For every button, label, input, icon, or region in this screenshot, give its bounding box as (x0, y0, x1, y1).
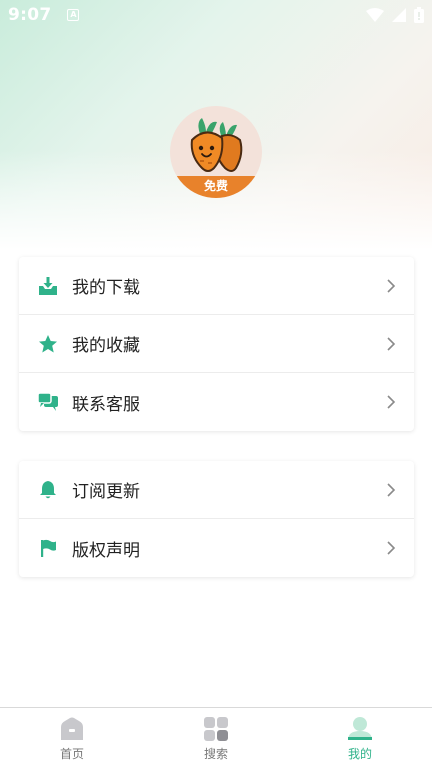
chat-icon (37, 391, 59, 413)
tab-home[interactable]: 首页 (0, 708, 144, 768)
wifi-icon (366, 8, 384, 22)
grid-icon (204, 717, 228, 741)
menu-item-copyright[interactable]: 版权声明 (19, 519, 414, 577)
menu-label-support: 联系客服 (72, 394, 140, 415)
chevron-right-icon (387, 336, 396, 351)
menu-card-primary: 我的下载 我的收藏 联系客服 (19, 257, 414, 431)
tab-label-home: 首页 (59, 747, 84, 761)
menu-label-favorites: 我的收藏 (72, 336, 140, 356)
menu-card-secondary: 订阅更新 版权声明 (19, 461, 414, 577)
bell-icon (37, 479, 59, 501)
tab-search[interactable]: 搜索 (144, 708, 288, 768)
status-bar: 9:07 A (0, 0, 432, 30)
menu-item-favorites[interactable]: 我的收藏 (19, 315, 414, 373)
menu-label-subscribe: 订阅更新 (72, 482, 140, 502)
download-icon (37, 275, 59, 297)
chevron-right-icon (387, 482, 396, 497)
battery-icon (414, 7, 424, 23)
tab-label-search: 搜索 (203, 747, 228, 761)
bottom-tab-bar: 首页 搜索 我的 (0, 707, 432, 768)
status-time: 9:07 (8, 5, 52, 25)
chevron-right-icon (387, 541, 396, 555)
star-icon (37, 333, 59, 355)
chevron-right-icon (387, 278, 396, 293)
signal-icon (392, 8, 406, 22)
avatar[interactable]: 免费 (170, 106, 262, 198)
menu-label-downloads: 我的下载 (72, 278, 140, 298)
menu-label-copyright: 版权声明 (72, 540, 140, 561)
person-icon (348, 717, 372, 740)
menu-item-subscribe[interactable]: 订阅更新 (19, 461, 414, 519)
flag-icon (37, 537, 59, 559)
chevron-right-icon (387, 395, 396, 409)
tab-label-profile: 我的 (347, 747, 372, 761)
tab-profile[interactable]: 我的 (288, 708, 432, 768)
menu-item-downloads[interactable]: 我的下载 (19, 257, 414, 315)
home-icon (61, 717, 83, 740)
menu-item-support[interactable]: 联系客服 (19, 373, 414, 431)
notification-icon: A (67, 9, 80, 21)
free-badge: 免费 (170, 176, 262, 198)
